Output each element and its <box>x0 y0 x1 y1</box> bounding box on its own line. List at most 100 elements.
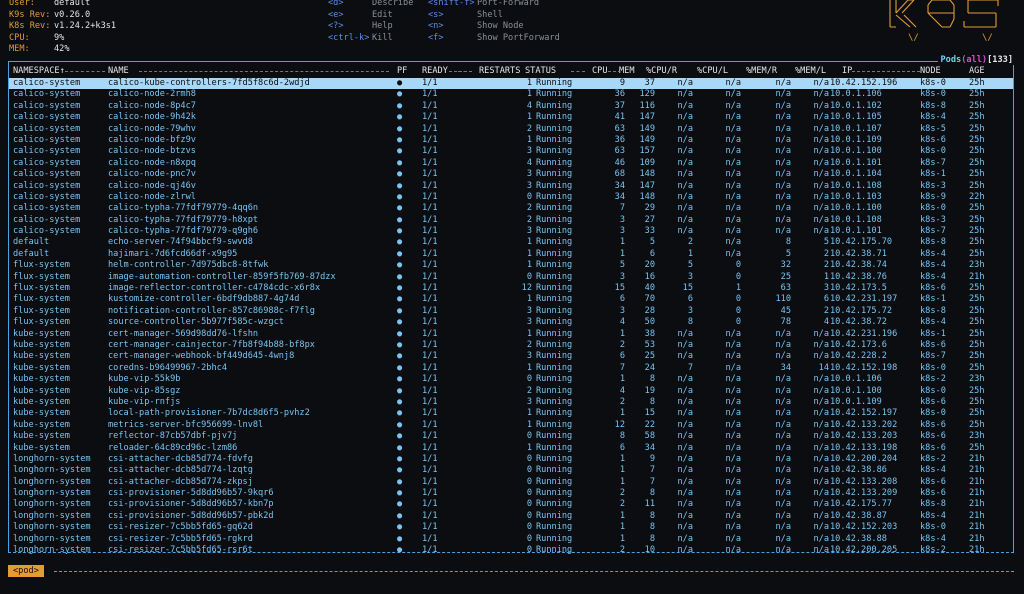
column-header-name[interactable]: NAME <box>108 66 129 76</box>
table-row[interactable]: flux-system notification-controller-857c8… <box>9 306 1013 317</box>
column-header-restarts[interactable]: RESTARTS <box>479 66 521 76</box>
cell--mem-l: n/a <box>813 545 829 556</box>
cell--mem-r: 63 <box>780 283 791 294</box>
table-row[interactable]: kube-system local-path-provisioner-7b7dc8… <box>9 408 1013 419</box>
column-header-age[interactable]: AGE <box>969 66 985 76</box>
cell-restarts: 4 <box>526 100 532 111</box>
cell-ip: 10.0.1.108 <box>830 180 882 191</box>
table-row[interactable]: flux-system kustomize-controller-6bdf9db8… <box>9 294 1013 305</box>
cell-node: k8s-8 <box>920 305 946 316</box>
cell-cpu: 37 <box>614 100 625 111</box>
cell--mem-r: n/a <box>775 112 791 123</box>
table-row[interactable]: default echo-server-74f94bbcf9-swvd8 ● 1/1 1… <box>9 237 1013 248</box>
table-row[interactable]: calico-system calico-node-79whv ● 1/1 2 Runni… <box>9 124 1013 135</box>
table-row[interactable]: calico-system calico-node-pnc7v ● 1/1 3 Runni… <box>9 169 1013 180</box>
cell--cpu-r: n/a <box>677 408 693 419</box>
cell--mem-l: n/a <box>813 180 829 191</box>
table-row[interactable]: calico-system calico-node-qj46v ● 1/1 3 Runni… <box>9 181 1013 192</box>
table-row[interactable]: kube-system kube-vip-85sgz ● 1/1 2 Running 4 19… <box>9 386 1013 397</box>
table-row[interactable]: kube-system coredns-b96499967-2bhc4 ● 1/1 1 R… <box>9 363 1013 374</box>
table-row[interactable]: kube-system kube-vip-55k9b ● 1/1 0 Running 1 8 n… <box>9 374 1013 385</box>
hotkey-key[interactable]: <?> <box>328 20 344 32</box>
table-row[interactable]: calico-system calico-node-zlrwl ● 1/1 0 Runni… <box>9 192 1013 203</box>
cell-node: k8s-2 <box>920 545 946 556</box>
cell-node: k8s-6 <box>920 396 946 407</box>
cell--cpu-r: n/a <box>677 100 693 111</box>
table-row[interactable]: kube-system cert-manager-webhook-bf449d64… <box>9 351 1013 362</box>
table-row[interactable]: kube-system kube-vip-rnfjs ● 1/1 3 Running 2 8 n… <box>9 397 1013 408</box>
table-row[interactable]: calico-system calico-kube-controllers-7fd… <box>9 78 1013 90</box>
table-row[interactable]: longhorn-system csi-attacher-dcb85d774-zk… <box>9 477 1013 488</box>
column-header-status[interactable]: STATUS <box>525 66 557 76</box>
hotkey-label[interactable]: Help <box>372 20 393 32</box>
column-header--mem-l[interactable]: %MEM/L <box>795 66 827 76</box>
hotkey-label[interactable]: Edit <box>372 9 393 21</box>
table-row[interactable]: default hajimari-7d6fcd66df-x9g95 ● 1/1 1 Run… <box>9 249 1013 260</box>
cell-name: kube-vip-55k9b <box>108 374 181 385</box>
column-header-namespace[interactable]: NAMESPACE↑ <box>13 66 65 76</box>
cell--cpu-l: n/a <box>725 191 741 202</box>
table-row[interactable]: flux-system source-controller-5b977f585c-… <box>9 317 1013 328</box>
table-row[interactable]: calico-system calico-typha-77fdf79779-4qq… <box>9 203 1013 214</box>
cell-name: calico-node-2rmh8 <box>108 89 196 100</box>
table-row[interactable]: flux-system image-reflector-controller-c4… <box>9 283 1013 294</box>
hotkey-key[interactable]: <f> <box>428 32 444 44</box>
table-row[interactable]: calico-system calico-typha-77fdf79779-h8x… <box>9 215 1013 226</box>
table-row[interactable]: calico-system calico-node-n8xpq ● 1/1 4 Runni… <box>9 158 1013 169</box>
cell-cpu: 1 <box>619 237 625 248</box>
table-row[interactable]: calico-system calico-node-btzvs ● 1/1 3 Runni… <box>9 146 1013 157</box>
table-row[interactable]: kube-system metrics-server-bfc956699-lnv8… <box>9 420 1013 431</box>
hotkey-label[interactable]: Shell <box>477 9 503 21</box>
cell-node: k8s-4 <box>920 317 946 328</box>
column-header-ready[interactable]: READY <box>422 66 448 76</box>
table-row[interactable]: longhorn-system csi-resizer-7c5bb5fd65-gq… <box>9 522 1013 533</box>
table-row[interactable]: calico-system calico-node-9h42k ● 1/1 1 Runni… <box>9 112 1013 123</box>
cell--mem-l: n/a <box>813 112 829 123</box>
cluster-info-value: 9% <box>54 32 65 43</box>
hotkey-label[interactable]: Kill <box>372 32 393 44</box>
table-row[interactable]: longhorn-system csi-attacher-dcb85d774-fd… <box>9 454 1013 465</box>
table-row[interactable]: flux-system image-automation-controller-8… <box>9 272 1013 283</box>
cell-age: 25h <box>969 180 985 191</box>
column-header-pf[interactable]: PF <box>397 66 408 76</box>
column-header--cpu-r[interactable]: %CPU/R <box>646 66 678 76</box>
table-row[interactable]: flux-system helm-controller-7d975dbc8-8tf… <box>9 260 1013 271</box>
cell-name: calico-node-pnc7v <box>108 169 196 180</box>
table-row[interactable]: longhorn-system csi-provisioner-5d8dd96b5… <box>9 488 1013 499</box>
table-row[interactable]: kube-system cert-manager-cainjector-7fb8f… <box>9 340 1013 351</box>
column-header-mem[interactable]: MEM <box>619 66 635 76</box>
table-row[interactable]: longhorn-system csi-provisioner-5d8dd96b5… <box>9 499 1013 510</box>
column-header-ip[interactable]: IP <box>842 66 853 76</box>
table-row[interactable]: calico-system calico-typha-77fdf79779-q9g… <box>9 226 1013 237</box>
table-row[interactable]: kube-system cert-manager-569d98dd76-lfshn… <box>9 329 1013 340</box>
hotkey-label[interactable]: Show PortForward <box>477 32 560 44</box>
hotkey-key[interactable]: <n> <box>428 20 444 32</box>
cell-ip: 10.42.200.205 <box>830 545 898 556</box>
table-row[interactable]: calico-system calico-node-bfz9v ● 1/1 1 Runni… <box>9 135 1013 146</box>
cell--cpu-l: 0 <box>735 305 741 316</box>
column-header-node[interactable]: NODE <box>920 66 941 76</box>
table-row[interactable]: kube-system reloader-64c89cd96c-lzm86 ● 1/1… <box>9 443 1013 454</box>
hotkey-key[interactable]: <s> <box>428 9 444 21</box>
cell-ip: 10.42.38.74 <box>830 260 887 271</box>
column-header--mem-r[interactable]: %MEM/R <box>746 66 778 76</box>
cell-status: Running <box>536 385 573 396</box>
cell-ready: 1/1 <box>422 396 438 407</box>
cell-name: calico-node-8p4c7 <box>108 100 196 111</box>
cell--mem-l: n/a <box>813 442 829 453</box>
table-row[interactable]: longhorn-system csi-resizer-7c5bb5fd65-rg… <box>9 534 1013 545</box>
cell--mem-l: n/a <box>813 100 829 111</box>
cell-node: k8s-3 <box>920 180 946 191</box>
table-row[interactable]: longhorn-system csi-attacher-dcb85d774-lz… <box>9 465 1013 476</box>
hotkey-key[interactable]: <e> <box>328 9 344 21</box>
column-header-cpu[interactable]: CPU <box>592 66 608 76</box>
table-row[interactable]: kube-system reflector-87cb57dbf-pjv7j ● 1/1… <box>9 431 1013 442</box>
table-row[interactable]: calico-system calico-node-8p4c7 ● 1/1 4 Runni… <box>9 101 1013 112</box>
table-row[interactable]: calico-system calico-node-2rmh8 ● 1/1 1 Runni… <box>9 89 1013 100</box>
column-header--cpu-l[interactable]: %CPU/L <box>697 66 729 76</box>
hotkey-key[interactable]: <ctrl-k> <box>328 32 369 44</box>
table-row[interactable]: longhorn-system csi-provisioner-5d8dd96b5… <box>9 511 1013 522</box>
hotkey-label[interactable]: Show Node <box>477 20 524 32</box>
table-row[interactable]: longhorn-system csi-resizer-7c5bb5fd65-rs… <box>9 545 1013 556</box>
breadcrumb-pod[interactable]: <pod> <box>8 565 44 577</box>
